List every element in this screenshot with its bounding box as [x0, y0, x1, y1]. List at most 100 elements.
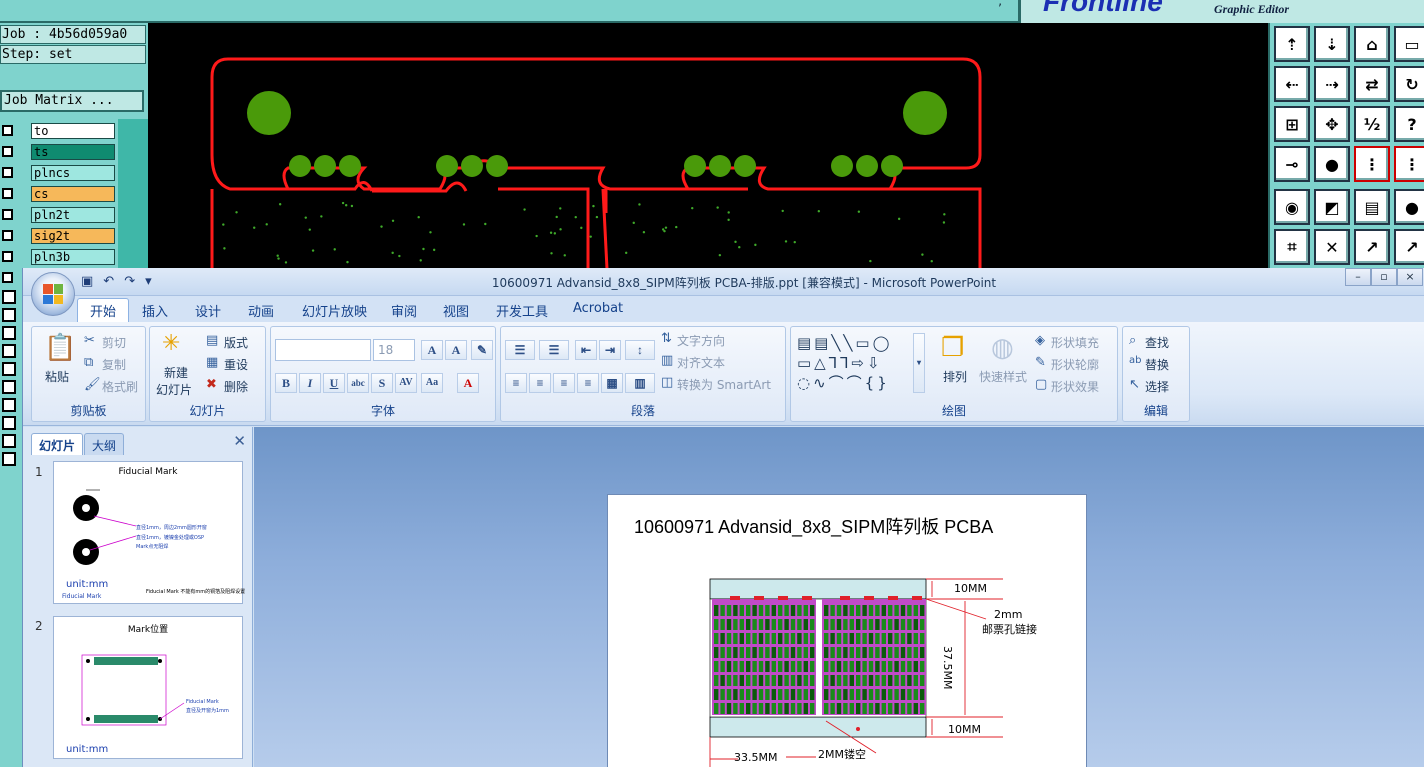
dot-icon[interactable]: ●: [1394, 189, 1424, 225]
convert-smartart-button[interactable]: 转换为 SmartArt: [677, 376, 771, 393]
layer-name[interactable]: plncs: [31, 165, 115, 181]
tab-slideshow[interactable]: 幻灯片放映: [302, 301, 367, 320]
home-icon[interactable]: ⌂: [1354, 26, 1390, 62]
move-left-icon[interactable]: ⇠: [1274, 66, 1310, 102]
shadow-icon[interactable]: S: [371, 373, 393, 393]
zoom-fit-icon[interactable]: ⊞: [1274, 106, 1310, 142]
layer-name[interactable]: cs: [31, 186, 115, 202]
new-slide-label-1[interactable]: 新建: [164, 364, 188, 381]
shapes-gallery[interactable]: ▤▤╲╲▭◯ ▭△⅂⅂⇨⇩ ◌∿⌒⌒{}: [797, 333, 929, 395]
close-panel-icon[interactable]: ✕: [233, 432, 246, 450]
tab-review[interactable]: 审阅: [391, 301, 417, 320]
align-text-button[interactable]: 对齐文本: [677, 354, 725, 371]
align-center-icon[interactable]: ≡: [529, 373, 551, 393]
paste-icon[interactable]: 📋: [44, 333, 76, 363]
layer-checkbox[interactable]: [2, 272, 13, 283]
quick-styles-button[interactable]: 快速样式: [979, 368, 1027, 385]
layer-row[interactable]: ts: [0, 142, 148, 163]
bold-icon[interactable]: B: [275, 373, 297, 393]
layer-checkbox[interactable]: [2, 230, 13, 241]
layer-row[interactable]: pln3b: [0, 247, 148, 268]
cut-button[interactable]: 剪切: [102, 334, 126, 351]
tab-home[interactable]: 开始: [77, 298, 130, 322]
slide-thumbnail-2[interactable]: Mark位置 Fiducial Mark 直径及开窗为1mm unit:mm: [53, 616, 243, 759]
net-select-icon[interactable]: ⋮: [1394, 146, 1424, 182]
layer-row[interactable]: cs: [0, 184, 148, 205]
layer-row[interactable]: plncs: [0, 163, 148, 184]
arrange-button[interactable]: 排列: [943, 368, 967, 385]
layer-name[interactable]: ts: [31, 144, 115, 160]
copy-button[interactable]: 复制: [102, 356, 126, 373]
grow-font-icon[interactable]: A: [421, 340, 443, 360]
shape-fill-button[interactable]: 形状填充: [1051, 334, 1099, 351]
text-direction-button[interactable]: 文字方向: [677, 332, 725, 349]
tab-outline-panel[interactable]: 大纲: [84, 433, 125, 455]
move-up-icon[interactable]: ⇡: [1274, 26, 1310, 62]
layer-checkbox[interactable]: [2, 398, 16, 412]
swap-icon[interactable]: ⇄: [1354, 66, 1390, 102]
distribute-icon[interactable]: ▦: [601, 373, 623, 393]
scale-icon[interactable]: ½: [1354, 106, 1390, 142]
layer-row[interactable]: to: [0, 121, 148, 142]
strikethrough-icon[interactable]: abc: [347, 373, 369, 393]
tab-acrobat[interactable]: Acrobat: [573, 301, 623, 316]
layer-checkbox[interactable]: [2, 308, 16, 322]
shrink-font-icon[interactable]: A: [445, 340, 467, 360]
underline-icon[interactable]: U: [323, 373, 345, 393]
tab-animations[interactable]: 动画: [248, 301, 274, 320]
reset-button[interactable]: 重设: [224, 356, 248, 373]
close-window-icon[interactable]: ×: [1397, 268, 1423, 286]
select-button[interactable]: 选择: [1145, 378, 1169, 395]
pcb-canvas[interactable]: [148, 23, 1268, 270]
tab-insert[interactable]: 插入: [142, 301, 168, 320]
move-right-icon[interactable]: ⇢: [1314, 66, 1350, 102]
net-highlight-icon[interactable]: ⋮: [1354, 146, 1390, 182]
layout-button[interactable]: 版式: [224, 334, 248, 351]
justify-icon[interactable]: ≡: [577, 373, 599, 393]
shapes-gallery-scroll[interactable]: ▾: [913, 333, 925, 393]
layer-checkbox[interactable]: [2, 188, 13, 199]
numbering-icon[interactable]: ☰: [539, 340, 569, 360]
font-name-select[interactable]: [275, 339, 371, 361]
shape-effects-button[interactable]: 形状效果: [1051, 378, 1099, 395]
pad-icon[interactable]: ◉: [1274, 189, 1310, 225]
format-painter-button[interactable]: 格式刷: [102, 378, 138, 395]
vector-icon[interactable]: ↗: [1354, 229, 1390, 265]
align-right-icon[interactable]: ≡: [553, 373, 575, 393]
layer-row[interactable]: pln2t: [0, 205, 148, 226]
font-size-select[interactable]: 18: [373, 339, 415, 361]
layer-row[interactable]: sig2t: [0, 226, 148, 247]
italic-icon[interactable]: I: [299, 373, 321, 393]
layer-checkbox[interactable]: [2, 251, 13, 262]
redraw-icon[interactable]: ↻: [1394, 66, 1424, 102]
delete-button[interactable]: 删除: [224, 378, 248, 395]
increase-indent-icon[interactable]: ⇥: [599, 340, 621, 360]
vector-alt-icon[interactable]: ↗: [1394, 229, 1424, 265]
layer-name[interactable]: pln3b: [31, 249, 115, 265]
change-case-icon[interactable]: Aa: [421, 373, 443, 393]
layer-checkbox[interactable]: [2, 326, 16, 340]
paste-button[interactable]: 粘贴: [45, 368, 69, 385]
cross-icon[interactable]: ✕: [1314, 229, 1350, 265]
job-matrix-button[interactable]: Job Matrix ...: [0, 90, 144, 112]
layer-checkbox[interactable]: [2, 452, 16, 466]
help-icon[interactable]: ?: [1394, 106, 1424, 142]
minimize-icon[interactable]: –: [1345, 268, 1371, 286]
snap-icon[interactable]: ●: [1314, 146, 1350, 182]
ruler-icon[interactable]: ▤: [1354, 189, 1390, 225]
layer-checkbox[interactable]: [2, 167, 13, 178]
new-slide-label-2[interactable]: 幻灯片: [156, 381, 192, 398]
layer-checkbox[interactable]: [2, 380, 16, 394]
decrease-indent-icon[interactable]: ⇤: [575, 340, 597, 360]
layer-name[interactable]: to: [31, 123, 115, 139]
slide-thumbnail-1[interactable]: Fiducial Mark 直径1mm，周边2mm圆形开窗 直径1mm，镀镍金处…: [53, 461, 245, 604]
font-color-icon[interactable]: A: [457, 373, 479, 393]
layer-name[interactable]: pln2t: [31, 207, 115, 223]
tab-design[interactable]: 设计: [195, 301, 221, 320]
window-icon[interactable]: ▭: [1394, 26, 1424, 62]
layer-checkbox[interactable]: [2, 344, 16, 358]
layer-name[interactable]: sig2t: [31, 228, 115, 244]
office-button[interactable]: [31, 272, 75, 316]
maximize-icon[interactable]: ▫: [1371, 268, 1397, 286]
layer-checkbox[interactable]: [2, 416, 16, 430]
